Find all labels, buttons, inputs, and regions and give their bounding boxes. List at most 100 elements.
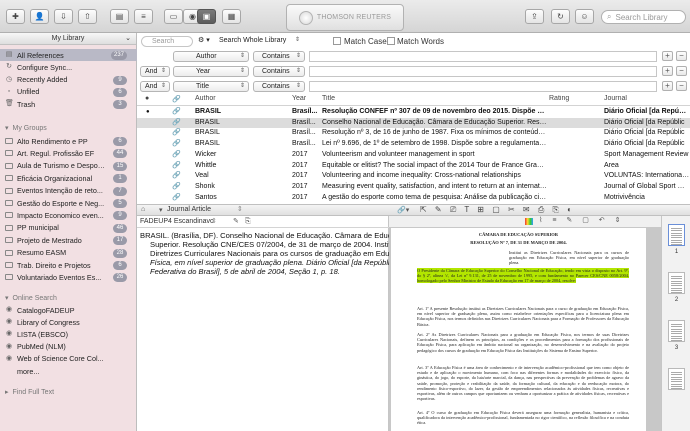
- integrated-library-icon[interactable]: ▣: [197, 9, 216, 24]
- sidebar-group-item[interactable]: Aula de Turismo e Desporto 15: [0, 160, 137, 172]
- sidebar-group-item[interactable]: Gestão do Esporte e Neg... 5: [0, 197, 137, 209]
- annotation-tools-icons[interactable]: ⌇ ≡ ✎ ▢ ↶ ⇕: [539, 216, 624, 224]
- online-search-item[interactable]: ◉ PubMed (NLM): [0, 341, 137, 353]
- add-row-button[interactable]: +: [662, 66, 673, 76]
- group-label: Resumo EASM: [17, 248, 67, 258]
- table-row[interactable]: 🔗 Santos 2017 A gestão do esporte como t…: [137, 193, 690, 203]
- collapse-arrow-icon[interactable]: ▾: [159, 206, 163, 214]
- search-library-field[interactable]: ⌕ Search Library: [601, 10, 686, 24]
- feedback-icon[interactable]: ☺: [575, 9, 594, 24]
- page-thumbnail[interactable]: [668, 320, 685, 342]
- sidebar-header[interactable]: My Library ⌄: [0, 33, 136, 45]
- table-row[interactable]: 🔗 Shonk 2017 Measuring event quality, sa…: [137, 182, 690, 192]
- online-search-item[interactable]: ◉ LISTA (EBSCO): [0, 328, 137, 340]
- attach-icon[interactable]: ⌂: [141, 206, 145, 213]
- search-field-select[interactable]: Year ⇕: [173, 66, 249, 77]
- online-search-item[interactable]: ◉ CatalogoFADEUP: [0, 304, 137, 316]
- new-reference-icon[interactable]: ✚: [6, 9, 25, 24]
- add-row-button[interactable]: +: [662, 51, 673, 61]
- search-scope-select[interactable]: Search Whole Library ⇕: [215, 36, 303, 47]
- group-folder-icon: [5, 262, 13, 268]
- sidebar-group-item[interactable]: Projeto de Mestrado 17: [0, 234, 137, 246]
- rating-column-header[interactable]: Rating: [549, 95, 569, 102]
- add-row-button[interactable]: +: [662, 81, 673, 91]
- table-row[interactable]: 🔗 BRASIL Brasíl... Conselho Nacional de …: [137, 117, 690, 128]
- import-icon[interactable]: ⇩: [54, 9, 73, 24]
- search-field-select[interactable]: Author ⇕: [173, 51, 249, 62]
- style-dropdown-icon[interactable]: ⇕: [211, 216, 217, 228]
- match-case-checkbox[interactable]: [333, 37, 341, 45]
- remove-row-button[interactable]: −: [676, 81, 687, 91]
- search-condition-select[interactable]: Contains ⇕: [253, 51, 305, 62]
- paperclip-icon[interactable]: 🔗▾: [397, 206, 409, 214]
- sidebar-group-item[interactable]: Resumo EASM 28: [0, 247, 137, 259]
- boolean-operator-select[interactable]: And ⇕: [140, 66, 170, 77]
- journal-column-header[interactable]: Journal: [604, 95, 627, 102]
- sidebar-group-item[interactable]: Eventos Intenção de reto... 7: [0, 185, 137, 197]
- pdf-thumbnails: 1 2 3: [661, 216, 690, 431]
- sync-icon[interactable]: ↻: [551, 9, 570, 24]
- edit-style-icon[interactable]: ✎: [233, 216, 239, 228]
- read-status-column-icon[interactable]: ●: [145, 95, 149, 102]
- find-full-text-header[interactable]: ▸ Find Full Text: [5, 388, 54, 397]
- share-icon[interactable]: ⇪: [525, 9, 544, 24]
- table-row[interactable]: 🔗 Whittle 2017 Equitable or elitist? The…: [137, 161, 690, 171]
- table-row[interactable]: 🔗 BRASIL Brasíl... Lei nº 9.696, de 1º d…: [137, 139, 690, 149]
- sidebar-item-library-1[interactable]: ↻ Configure Sync...: [0, 61, 137, 73]
- search-term-input[interactable]: [309, 51, 657, 62]
- my-groups-header[interactable]: ▾ My Groups: [5, 124, 47, 133]
- output-style-select[interactable]: FADEUP4 Escandinavo: [140, 218, 214, 225]
- table-row[interactable]: 🔗 Veal 2017 Volunteering and income ineq…: [137, 171, 690, 181]
- pdf-viewer[interactable]: ⌇ ≡ ✎ ▢ ↶ ⇕ CÂMARA DE EDUCAÇÃO SUPERIOR …: [389, 216, 661, 431]
- group-label: Eficácia Organizacional: [17, 173, 93, 183]
- table-row[interactable]: 🔗 BRASIL Brasíl... Resolução nº 3, de 16…: [137, 128, 690, 138]
- sidebar-group-item[interactable]: Art. Regul. Profissão EF 44: [0, 147, 137, 159]
- title-column-header[interactable]: Title: [322, 95, 335, 102]
- online-search-header[interactable]: ▾ Online Search: [5, 294, 57, 303]
- online-search-item[interactable]: ◉ Library of Congress: [0, 316, 137, 328]
- copy-format-icon[interactable]: ⎘: [245, 216, 251, 228]
- online-search-item[interactable]: more...: [0, 365, 137, 377]
- folder-icon[interactable]: ▭: [164, 9, 183, 24]
- sidebar-group-item[interactable]: Voluntariado Eventos Es... 26: [0, 271, 137, 283]
- attachment-column-icon[interactable]: 🔗: [172, 95, 181, 103]
- sidebar-group-item[interactable]: Alto Rendimento e PP 6: [0, 135, 137, 147]
- search-term-input[interactable]: [309, 66, 657, 77]
- remove-row-button[interactable]: −: [676, 51, 687, 61]
- author-column-header[interactable]: Author: [195, 95, 216, 102]
- search-field-select[interactable]: Title ⇕: [173, 81, 249, 92]
- match-words-checkbox[interactable]: [387, 37, 395, 45]
- find-full-text-icon[interactable]: ▦: [222, 9, 241, 24]
- insert-citation-icon[interactable]: ▤: [110, 9, 129, 24]
- sidebar-item-library-2[interactable]: ◷ Recently Added 9: [0, 74, 137, 86]
- sidebar-group-item[interactable]: PP municipal 46: [0, 222, 137, 234]
- quick-search-input[interactable]: Search: [141, 36, 193, 47]
- table-row[interactable]: 🔗 Wicker 2017 Volunteerism and volunteer…: [137, 150, 690, 160]
- format-bibliography-icon[interactable]: ≡: [134, 9, 153, 24]
- year-column-header[interactable]: Year: [292, 95, 306, 102]
- page-thumbnail[interactable]: [668, 224, 685, 246]
- sidebar-item-library-3[interactable]: ▫ Unfiled 6: [0, 86, 137, 98]
- unread-dot-icon: ●: [146, 109, 150, 115]
- search-term-input[interactable]: [309, 81, 657, 92]
- export-icon[interactable]: ⇧: [78, 9, 97, 24]
- remove-row-button[interactable]: −: [676, 66, 687, 76]
- online-search-label: CatalogoFADEUP: [17, 305, 75, 315]
- sidebar-group-item[interactable]: Eficácia Organizacional 1: [0, 172, 137, 184]
- table-row[interactable]: ● 🔗 BRASIL Brasíl... Resolução CONFEF nº…: [137, 107, 690, 117]
- reference-type-select[interactable]: Journal Article ⇕: [167, 205, 243, 213]
- search-condition-select[interactable]: Contains ⇕: [253, 81, 305, 92]
- sidebar-item-library-4[interactable]: 🗑 Trash 3: [0, 98, 137, 110]
- add-author-icon[interactable]: 👤: [30, 9, 49, 24]
- search-condition-select[interactable]: Contains ⇕: [253, 66, 305, 77]
- sidebar-group-item[interactable]: Impacto Economico even... 9: [0, 209, 137, 221]
- pdf-tools-icons[interactable]: ⇱ ✎ ⎚ T ⊞ ▢ ✂ ✉ ⎙ ⎘ ◐: [420, 205, 575, 215]
- search-options-gear-icon[interactable]: ⚙ ▾: [194, 36, 216, 47]
- boolean-operator-select[interactable]: And ⇕: [140, 81, 170, 92]
- sidebar-group-item[interactable]: Trab. Direito e Projetos 6: [0, 259, 137, 271]
- page-thumbnail[interactable]: [668, 272, 685, 294]
- sidebar-item-library-0[interactable]: ▤ All References 237: [0, 49, 137, 61]
- color-picker-icon[interactable]: [525, 218, 533, 225]
- page-thumbnail[interactable]: [668, 368, 685, 390]
- online-search-item[interactable]: ◉ Web of Science Core Col...: [0, 353, 137, 365]
